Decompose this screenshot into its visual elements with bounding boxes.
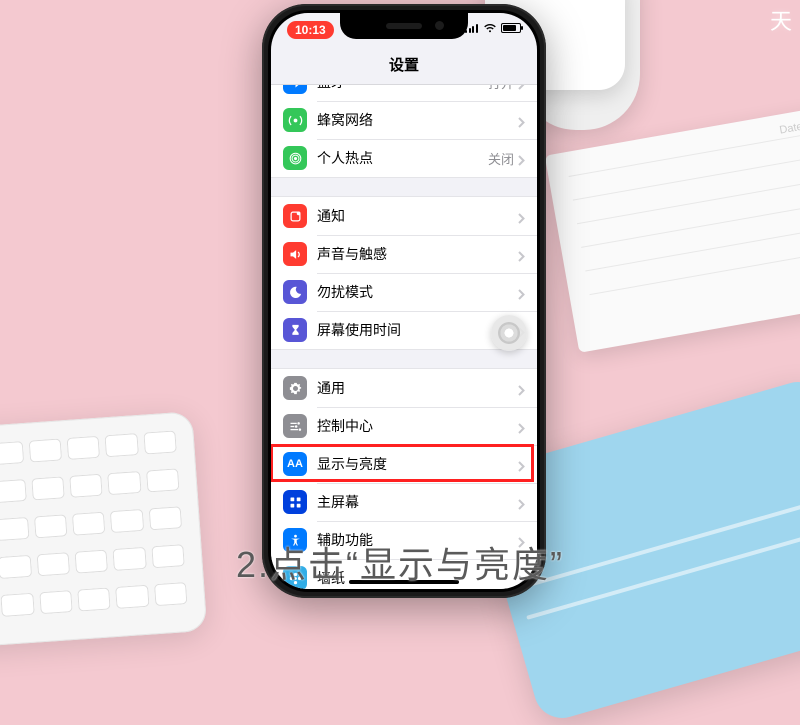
settings-row-bluetooth[interactable]: 蓝牙打开	[271, 85, 537, 101]
chevron-right-icon	[518, 383, 525, 394]
chevron-right-icon	[518, 85, 525, 88]
chevron-right-icon	[518, 287, 525, 298]
home-indicator[interactable]	[349, 580, 459, 584]
hotspot-icon	[283, 146, 307, 170]
settings-row-gear[interactable]: 通用	[271, 369, 537, 407]
settings-row-flower[interactable]: 墙纸	[271, 559, 537, 589]
row-label: 蓝牙	[317, 85, 488, 92]
row-label: 声音与触感	[317, 244, 518, 264]
desk-notepad-prop: Date.	[545, 107, 800, 353]
chevron-right-icon	[518, 573, 525, 584]
battery-icon	[501, 23, 521, 33]
settings-row-sound[interactable]: 声音与触感	[271, 235, 537, 273]
settings-group: 蓝牙打开蜂窝网络个人热点关闭	[271, 85, 537, 178]
bluetooth-icon	[283, 85, 307, 94]
row-value: 打开	[488, 85, 514, 92]
AA-icon: AA	[283, 452, 307, 476]
moon-icon	[283, 280, 307, 304]
row-label: 墙纸	[317, 568, 518, 588]
notify-icon	[283, 204, 307, 228]
chevron-right-icon	[518, 421, 525, 432]
cellular-icon	[283, 108, 307, 132]
navbar-title: 设置	[271, 51, 537, 85]
settings-row-grid[interactable]: 主屏幕	[271, 483, 537, 521]
row-label: 通知	[317, 206, 518, 226]
sliders-icon	[283, 414, 307, 438]
row-label: 蜂窝网络	[317, 110, 518, 130]
row-label: 主屏幕	[317, 492, 518, 512]
chevron-right-icon	[518, 115, 525, 126]
row-label: 个人热点	[317, 148, 488, 168]
row-label: 屏幕使用时间	[317, 320, 518, 340]
row-label: 辅助功能	[317, 530, 518, 550]
chevron-right-icon	[518, 459, 525, 470]
hourglass-icon	[283, 318, 307, 342]
settings-row-sliders[interactable]: 控制中心	[271, 407, 537, 445]
settings-row-AA[interactable]: AA 显示与亮度	[271, 445, 537, 483]
chevron-right-icon	[518, 153, 525, 164]
wifi-icon	[483, 23, 497, 33]
settings-row-moon[interactable]: 勿扰模式	[271, 273, 537, 311]
row-label: 显示与亮度	[317, 454, 518, 474]
iphone-frame: 10:13 设置 蓝牙打开蜂窝网络个人热点关闭通知声音与触感勿扰模式屏幕使用时间…	[262, 4, 546, 598]
settings-group: 通用控制中心AA显示与亮度主屏幕辅助功能墙纸Siri与搜索面容ID与密码SOSS…	[271, 368, 537, 589]
grid-icon	[283, 490, 307, 514]
notch	[340, 13, 468, 39]
settings-row-hotspot[interactable]: 个人热点关闭	[271, 139, 537, 177]
chevron-right-icon	[518, 497, 525, 508]
desk-keyboard-prop	[0, 411, 207, 649]
status-time-recording[interactable]: 10:13	[287, 21, 334, 39]
settings-row-cellular[interactable]: 蜂窝网络	[271, 101, 537, 139]
iphone-screen: 10:13 设置 蓝牙打开蜂窝网络个人热点关闭通知声音与触感勿扰模式屏幕使用时间…	[271, 13, 537, 589]
settings-row-access[interactable]: 辅助功能	[271, 521, 537, 559]
watermark-text: 天	[770, 4, 792, 36]
notepad-date: Date.	[779, 120, 800, 136]
sound-icon	[283, 242, 307, 266]
assistive-touch-button[interactable]	[491, 315, 527, 351]
flower-icon	[283, 566, 307, 589]
row-label: 通用	[317, 378, 518, 398]
access-icon	[283, 528, 307, 552]
gear-icon	[283, 376, 307, 400]
row-label: 控制中心	[317, 416, 518, 436]
chevron-right-icon	[518, 535, 525, 546]
settings-row-notify[interactable]: 通知	[271, 197, 537, 235]
chevron-right-icon	[518, 211, 525, 222]
row-label: 勿扰模式	[317, 282, 518, 302]
row-value: 关闭	[488, 149, 514, 168]
chevron-right-icon	[518, 249, 525, 260]
